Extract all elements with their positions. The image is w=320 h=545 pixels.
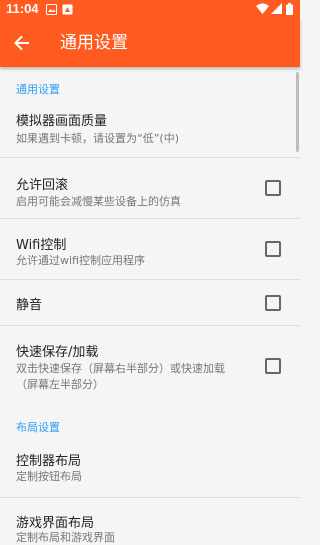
setting-allow-rewind[interactable]: 允许回滚 启用可能会减慢某些设备上的仿真 bbox=[0, 158, 300, 218]
setting-summary-line-1: 双击快速保存（屏幕右半部分）或快速加载 bbox=[16, 362, 225, 375]
setting-title: 静音 bbox=[16, 298, 43, 313]
setting-title: 控制器布局 bbox=[16, 454, 82, 469]
setting-summary: 定制布局和游戏界面 bbox=[16, 531, 115, 544]
setting-controller-layout[interactable]: 控制器布局 定制按钮布局 bbox=[0, 443, 300, 497]
setting-game-ui-layout[interactable]: 游戏界面布局 定制布局和游戏界面 bbox=[0, 498, 300, 544]
wifi-icon bbox=[256, 3, 269, 14]
setting-title: 允许回滚 bbox=[16, 178, 69, 193]
scrollbar[interactable] bbox=[296, 72, 299, 152]
quick-save-checkbox[interactable] bbox=[265, 358, 281, 374]
page-title: 通用设置 bbox=[60, 33, 128, 53]
mute-checkbox[interactable] bbox=[265, 295, 281, 311]
setting-wifi-control[interactable]: Wifi控制 允许通过wifi控制应用程序 bbox=[0, 219, 300, 279]
setting-title: Wifi控制 bbox=[16, 238, 67, 253]
wifi-control-checkbox[interactable] bbox=[265, 241, 281, 257]
setting-summary: 如果遇到卡顿，请设置为“低”(中) bbox=[16, 132, 179, 145]
setting-summary-line-2: （屏幕左半部分） bbox=[16, 378, 104, 391]
setting-summary: 定制按钮布局 bbox=[16, 470, 82, 483]
setting-title: 快速保存/加载 bbox=[16, 345, 99, 360]
setting-emulator-quality[interactable]: 模拟器画面质量 如果遇到卡顿，请设置为“低”(中) bbox=[0, 103, 300, 157]
setting-summary: 启用可能会减慢某些设备上的仿真 bbox=[16, 195, 181, 208]
section-header-general: 通用设置 bbox=[16, 83, 60, 96]
setting-mute[interactable]: 静音 bbox=[0, 280, 300, 325]
setting-summary: 允许通过wifi控制应用程序 bbox=[16, 254, 145, 267]
notification-icon bbox=[62, 4, 73, 15]
arrow-back-icon[interactable] bbox=[10, 31, 34, 55]
signal-icon bbox=[271, 3, 282, 14]
status-bar: 11:04 bbox=[0, 0, 300, 19]
setting-quick-save-load[interactable]: 快速保存/加载 双击快速保存（屏幕右半部分）或快速加载 （屏幕左半部分） bbox=[0, 326, 300, 404]
status-time: 11:04 bbox=[6, 1, 39, 16]
app-bar: 通用设置 bbox=[0, 19, 300, 67]
setting-title: 模拟器画面质量 bbox=[16, 114, 108, 129]
battery-icon bbox=[286, 3, 293, 15]
allow-rewind-checkbox[interactable] bbox=[265, 180, 281, 196]
image-icon bbox=[46, 4, 57, 15]
section-header-layout: 布局设置 bbox=[16, 421, 60, 434]
